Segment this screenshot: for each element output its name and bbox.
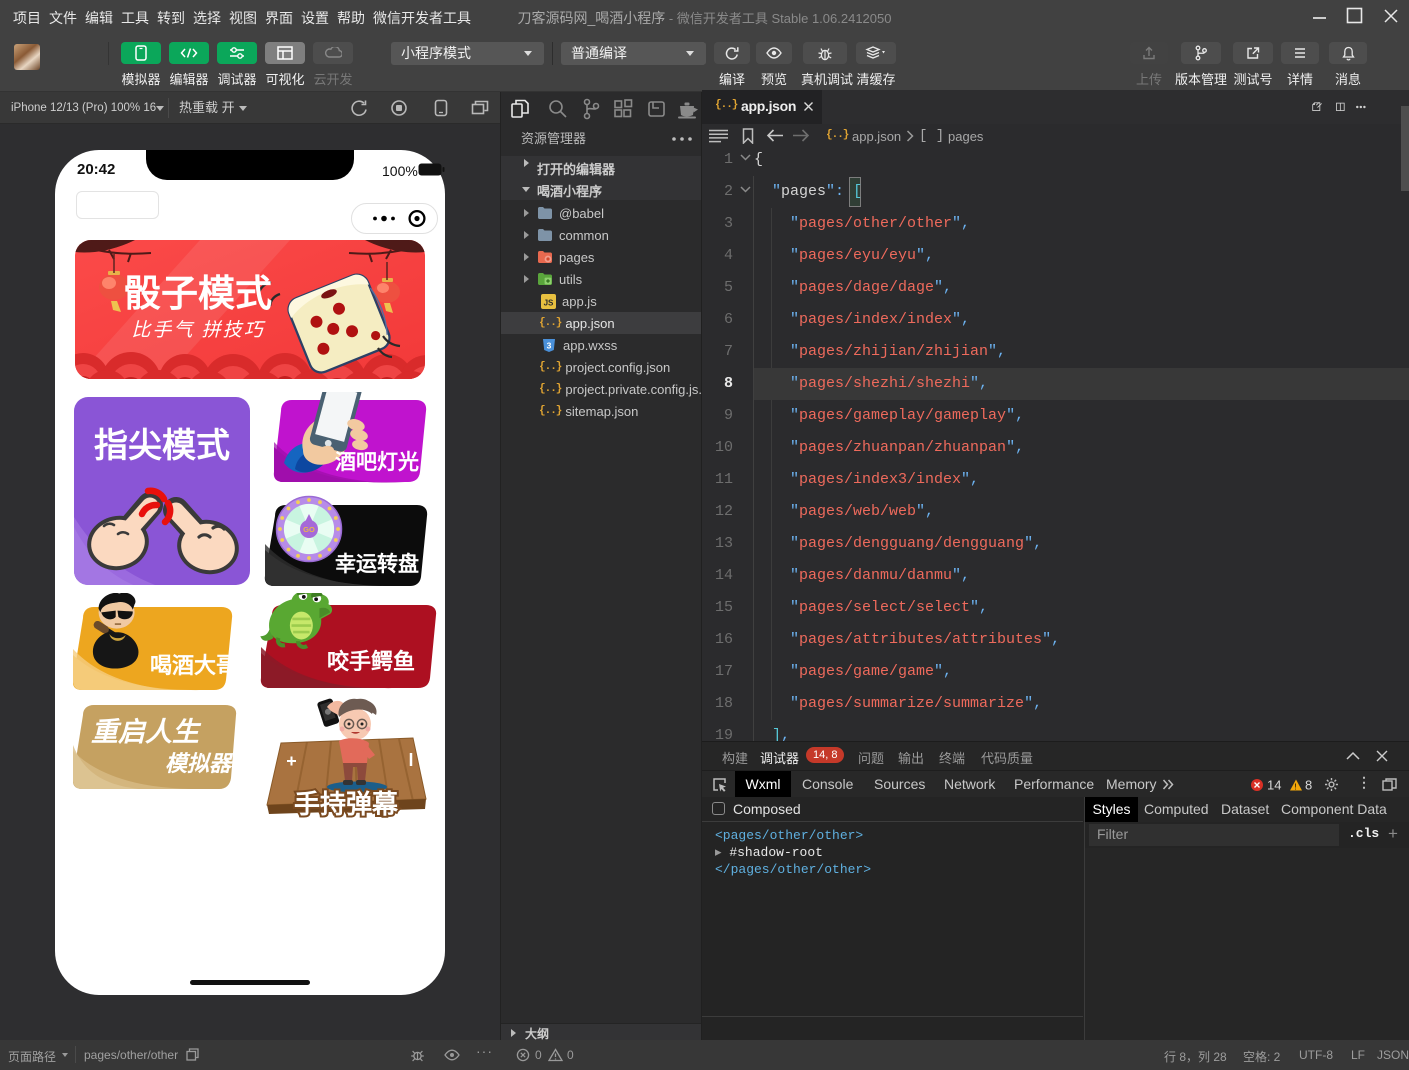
svg-text:骰子模式: 骰子模式 [124, 273, 272, 314]
svg-text:8: 8 [1305, 778, 1312, 792]
svg-text:比手气 拼技巧: 比手气 拼技巧 [131, 320, 265, 341]
svg-text:幸运转盘: 幸运转盘 [335, 552, 419, 576]
svg-text:指尖模式: 指尖模式 [94, 427, 230, 465]
svg-text:喝酒大哥: 喝酒大哥 [150, 653, 238, 678]
svg-text:重启人生: 重启人生 [91, 717, 202, 747]
svg-text:模拟器: 模拟器 [165, 751, 234, 776]
svg-text:酒吧灯光: 酒吧灯光 [335, 451, 419, 474]
svg-text:GO: GO [303, 525, 315, 534]
svg-text:3: 3 [547, 340, 552, 350]
svg-text:JS: JS [544, 298, 554, 307]
svg-text:咬手鳄鱼: 咬手鳄鱼 [327, 649, 415, 674]
svg-text:!: ! [1295, 783, 1297, 792]
svg-text:14: 14 [1267, 778, 1281, 792]
svg-text:手持弹幕: 手持弹幕 [294, 789, 399, 819]
